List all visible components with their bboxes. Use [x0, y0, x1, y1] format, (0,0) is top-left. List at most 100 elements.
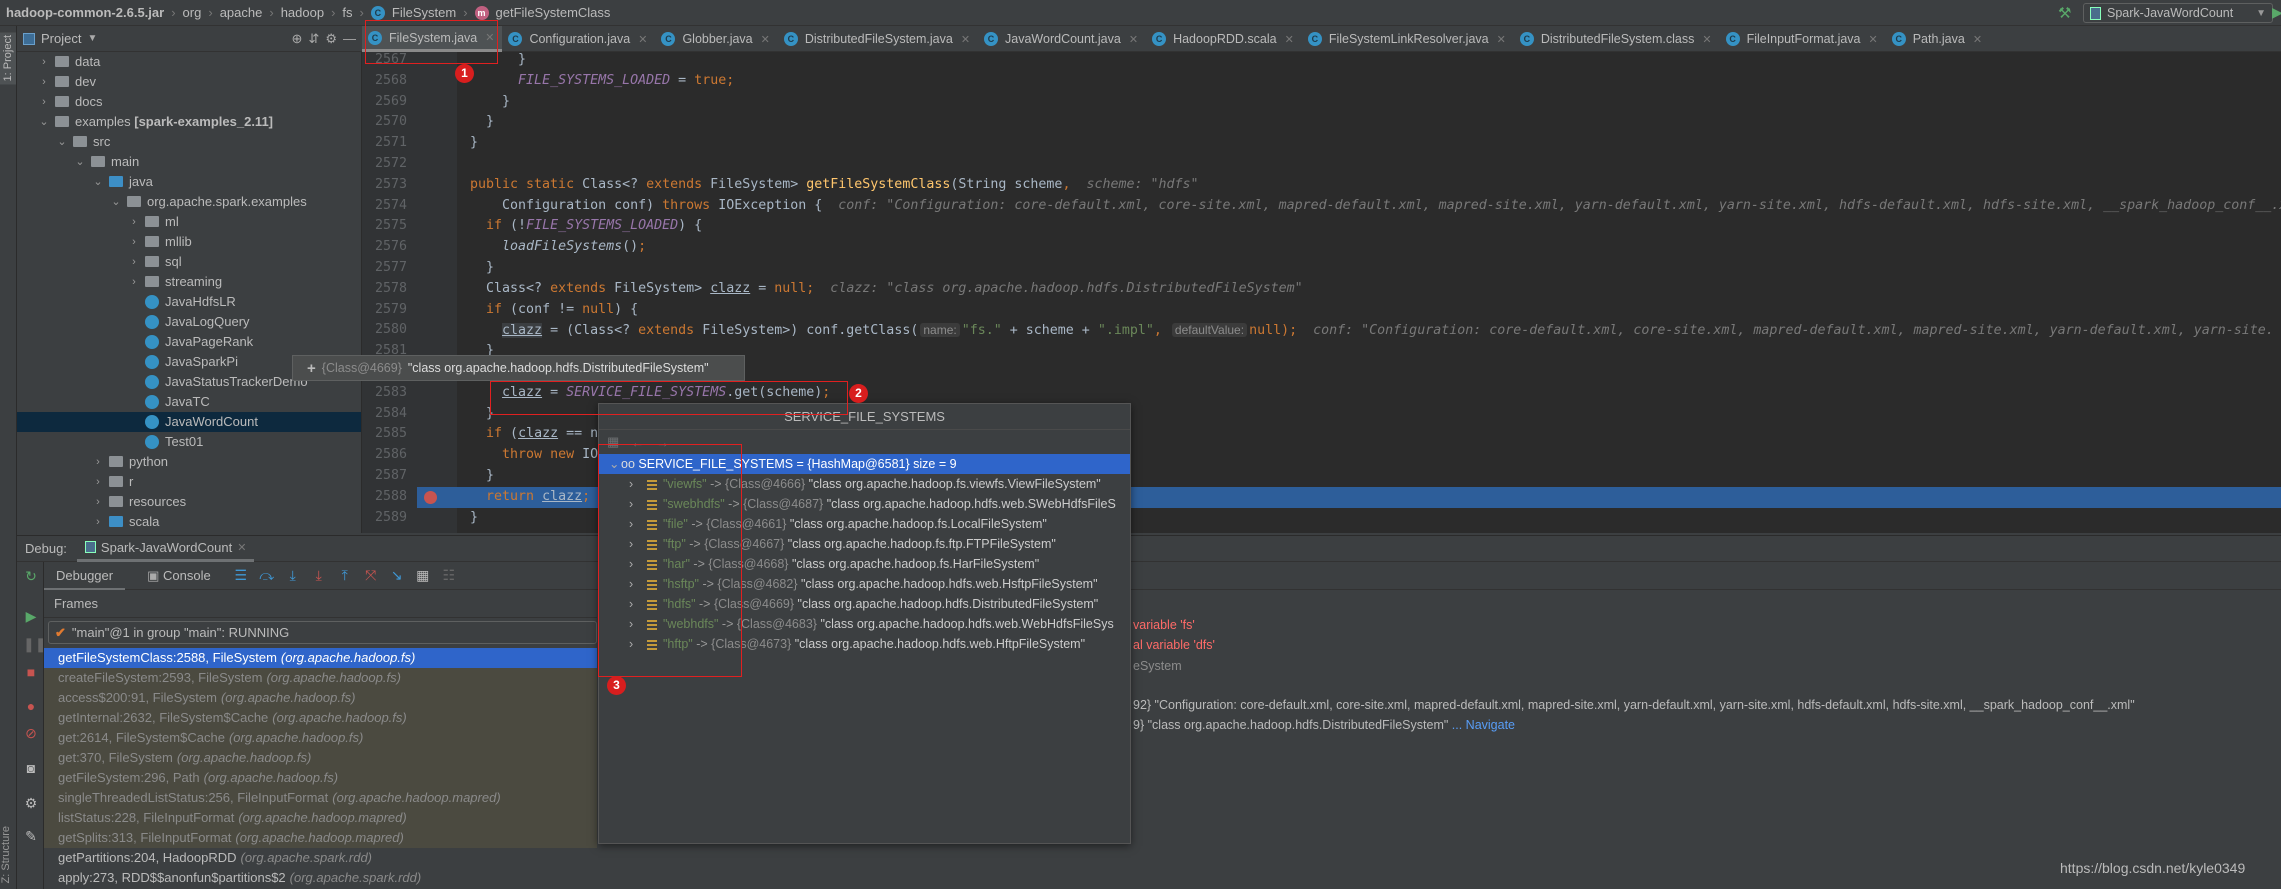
chevron-icon[interactable]: › [92, 472, 104, 492]
frame-row[interactable]: singleThreadedListStatus:256, FileInputF… [44, 788, 597, 808]
map-entry-row[interactable]: › "file" -> {Class@4661} "class org.apach… [599, 514, 1130, 534]
chevron-right-icon[interactable]: › [629, 594, 641, 614]
tree-item-javapagerank[interactable]: JavaPageRank [17, 332, 361, 352]
gear-icon[interactable]: ⚙ [23, 795, 39, 812]
collapse-all-icon[interactable]: ⇵ [308, 31, 319, 47]
chevron-right-icon[interactable]: › [629, 514, 641, 534]
show-execution-point-icon[interactable]: ☰ [233, 567, 249, 584]
back-arrow-icon[interactable]: ← [631, 435, 644, 450]
chevron-icon[interactable]: › [128, 232, 140, 252]
tab-configuration-java[interactable]: C Configuration.java ✕ [502, 26, 655, 52]
hide-panel-icon[interactable]: — [343, 31, 356, 46]
chevron-icon[interactable]: › [92, 452, 104, 472]
map-entry-row[interactable]: › "viewfs" -> {Class@4666} "class org.apa… [599, 474, 1130, 494]
close-tab-icon[interactable]: ✕ [761, 33, 770, 46]
tab-hadooprdd-scala[interactable]: C HadoopRDD.scala ✕ [1146, 26, 1302, 52]
stop-icon[interactable]: ■ [23, 664, 39, 680]
popup-root-row[interactable]: ⌄ oo SERVICE_FILE_SYSTEMS = {HashMap@6581… [599, 454, 1130, 474]
chevron-icon[interactable]: › [128, 272, 140, 292]
chevron-right-icon[interactable]: › [629, 614, 641, 634]
tree-item-python[interactable]: › python [17, 452, 361, 472]
tree-item-streaming[interactable]: › streaming [17, 272, 361, 292]
run-icon[interactable]: ▶ [2272, 4, 2281, 21]
close-tab-icon[interactable]: ✕ [1285, 33, 1294, 46]
tab-globber-java[interactable]: C Globber.java ✕ [655, 26, 777, 52]
run-to-cursor-icon[interactable]: ↘ [389, 567, 405, 584]
map-entry-row[interactable]: › "webhdfs" -> {Class@4683} "class org.ap… [599, 614, 1130, 634]
step-into-icon[interactable]: ⤓ [285, 567, 301, 584]
chevron-icon[interactable]: ⌄ [74, 152, 86, 172]
close-tab-icon[interactable]: ✕ [961, 33, 970, 46]
drop-frame-icon[interactable]: ⤧ [363, 567, 379, 584]
close-tab-icon[interactable]: ✕ [638, 33, 647, 46]
chevron-down-icon[interactable]: ⌄ [609, 454, 621, 474]
force-step-into-icon[interactable]: ⤓ [311, 567, 327, 584]
tab-filesystem-java[interactable]: C FileSystem.java ✕ [362, 26, 503, 52]
tree-item-javatc[interactable]: JavaTC [17, 392, 361, 412]
frame-row[interactable]: createFileSystem:2593, FileSystem (org.ap… [44, 668, 597, 688]
chevron-icon[interactable]: ⌄ [110, 192, 122, 212]
run-configuration-select[interactable]: Spark-JavaWordCount ▼ [2083, 3, 2273, 23]
tree-item-sql[interactable]: › sql [17, 252, 361, 272]
breadcrumb-item[interactable]: FileSystem [392, 5, 456, 20]
pin-icon[interactable]: ✎ [23, 828, 39, 845]
tree-item-main[interactable]: ⌄ main [17, 152, 361, 172]
tree-item-scala[interactable]: › scala [17, 512, 361, 532]
tree-item-java[interactable]: ⌄ java [17, 172, 361, 192]
tab-path-java[interactable]: C Path.java ✕ [1886, 26, 1990, 52]
chevron-right-icon[interactable]: › [629, 494, 641, 514]
tree-item-test01[interactable]: Test01 [17, 432, 361, 452]
close-tab-icon[interactable]: ✕ [1497, 33, 1506, 46]
tab-debugger[interactable]: Debugger [44, 562, 126, 590]
chevron-right-icon[interactable]: › [629, 574, 641, 594]
debug-session-tab[interactable]: Spark-JavaWordCount ✕ [76, 536, 255, 562]
frame-row[interactable]: apply:273, RDD$$anonfun$partitions$2 (org… [44, 868, 597, 888]
frame-row[interactable]: getSplits:313, FileInputFormat (org.apach… [44, 828, 597, 848]
tree-item-src[interactable]: ⌄ src [17, 132, 361, 152]
tree-item-mllib[interactable]: › mllib [17, 232, 361, 252]
chevron-icon[interactable]: ⌄ [38, 112, 50, 132]
tree-item-data[interactable]: › data [17, 52, 361, 72]
tree-item-r[interactable]: › r [17, 472, 361, 492]
chevron-icon[interactable]: › [38, 72, 50, 92]
tree-item-ml[interactable]: › ml [17, 212, 361, 232]
project-view-title[interactable]: Project [41, 31, 81, 46]
close-tab-icon[interactable]: ✕ [1973, 33, 1982, 46]
trace-icon[interactable]: ☷ [441, 567, 457, 584]
chevron-icon[interactable]: › [38, 92, 50, 112]
tree-item-docs[interactable]: › docs [17, 92, 361, 112]
close-tab-icon[interactable]: ✕ [1129, 33, 1138, 46]
tree-item-javalogquery[interactable]: JavaLogQuery [17, 312, 361, 332]
build-hammer-icon[interactable]: ⚒ [2058, 4, 2071, 22]
watch-icon[interactable]: ▦ [607, 434, 619, 450]
breadcrumb-item[interactable]: org [183, 5, 202, 20]
step-over-icon[interactable]: ⤼ [259, 567, 275, 584]
chevron-down-icon[interactable]: ▼ [87, 33, 97, 44]
frame-row[interactable]: getInternal:2632, FileSystem$Cache (org.a… [44, 708, 597, 728]
tree-item-dev[interactable]: › dev [17, 72, 361, 92]
rerun-icon[interactable]: ↻ [23, 568, 39, 585]
breadcrumb-item[interactable]: getFileSystemClass [496, 5, 611, 20]
frame-row[interactable]: get:2614, FileSystem$Cache (org.apache.ha… [44, 728, 597, 748]
tab-console[interactable]: ▣ Console [135, 562, 223, 590]
tree-item-javawordcount[interactable]: JavaWordCount [17, 412, 361, 432]
thread-select[interactable]: ✔ "main"@1 in group "main": RUNNING [48, 621, 597, 644]
tree-item-javahdfslr[interactable]: JavaHdfsLR [17, 292, 361, 312]
close-icon[interactable]: ✕ [237, 541, 246, 554]
frame-row[interactable]: listStatus:228, FileInputFormat (org.apac… [44, 808, 597, 828]
frame-row[interactable]: getFileSystem:296, Path (org.apache.hadoo… [44, 768, 597, 788]
tree-item-org-apache-spark-examples[interactable]: ⌄ org.apache.spark.examples [17, 192, 361, 212]
resume-icon[interactable]: ▶ [23, 608, 39, 625]
chevron-icon[interactable]: › [38, 52, 50, 72]
pause-icon[interactable]: ❚❚ [23, 636, 46, 653]
camera-icon[interactable]: ◙ [23, 760, 39, 776]
locate-target-icon[interactable]: ⊕ [292, 31, 303, 47]
project-tool-button[interactable]: 1: Project [0, 32, 16, 85]
breadcrumb-item[interactable]: hadoop [281, 5, 324, 20]
forward-arrow-icon[interactable]: → [656, 435, 669, 450]
frame-row[interactable]: get:370, FileSystem (org.apache.hadoop.fs… [44, 748, 597, 768]
chevron-icon[interactable]: ⌄ [92, 172, 104, 192]
tree-item-examples[interactable]: ⌄ examples [spark-examples_2.11] [17, 112, 361, 132]
map-entry-row[interactable]: › "har" -> {Class@4668} "class org.apache… [599, 554, 1130, 574]
frame-row[interactable]: getFileSystemClass:2588, FileSystem (org.… [44, 648, 597, 668]
